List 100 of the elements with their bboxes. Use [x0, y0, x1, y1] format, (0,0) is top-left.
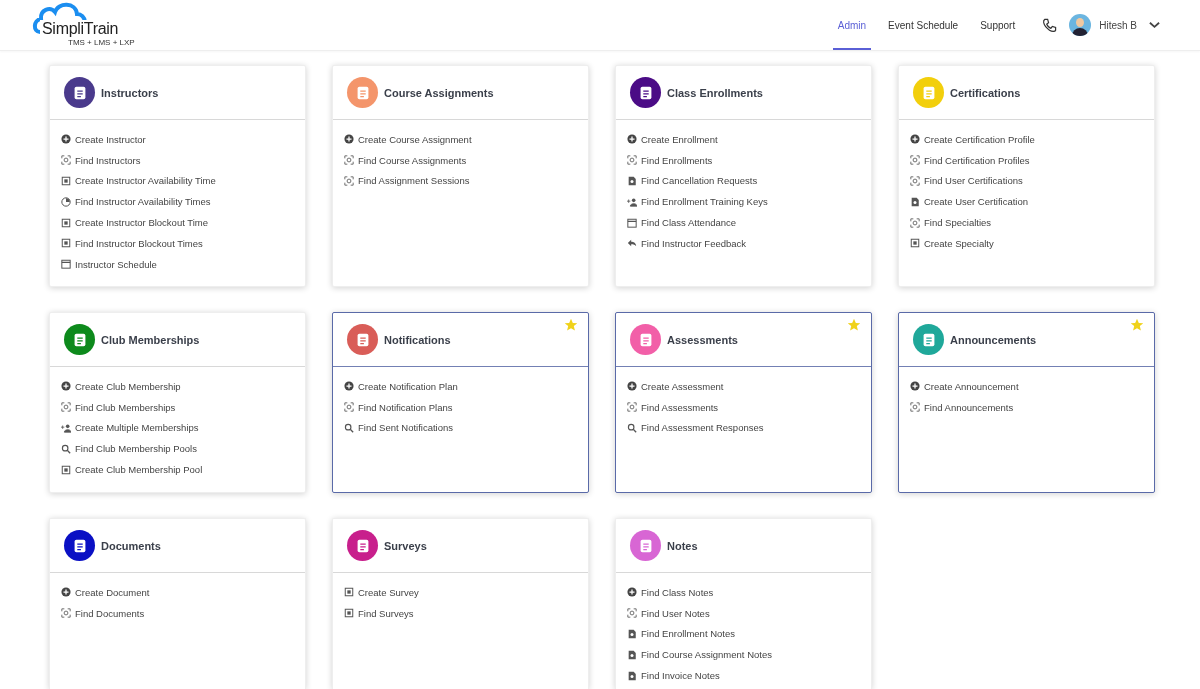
logo-name: SimpliTrain: [40, 20, 121, 37]
card-title: Club Memberships: [101, 333, 200, 346]
menu-link[interactable]: Create Enrollment: [641, 133, 718, 145]
card-title: Instructors: [101, 86, 159, 99]
menu-link[interactable]: Find Course Assignments: [358, 154, 467, 166]
document-icon: [910, 196, 920, 207]
nav-tab[interactable]: Admin: [832, 0, 872, 50]
plus-circle-icon: [61, 587, 71, 598]
menu-link[interactable]: Create Instructor: [75, 133, 146, 145]
plus-circle-icon: [627, 134, 637, 145]
chevron-down-icon[interactable]: [1149, 21, 1160, 29]
card-title: Notifications: [384, 333, 451, 346]
menu-link[interactable]: Find Specialties: [924, 217, 992, 229]
scan-icon: [627, 155, 637, 166]
square-icon: [61, 217, 71, 228]
scan-icon: [627, 402, 637, 413]
nav-tab[interactable]: Support: [975, 0, 1021, 50]
menu-link[interactable]: Create Certification Profile: [924, 133, 1035, 145]
menu-link[interactable]: Create Club Membership: [75, 380, 181, 392]
plus-circle-icon: [910, 381, 920, 392]
avatar[interactable]: [1069, 14, 1092, 36]
menu-link[interactable]: Find Enrollments: [641, 154, 713, 166]
star-icon[interactable]: [564, 318, 578, 332]
reply-icon: [627, 238, 637, 249]
menu-link[interactable]: Find User Certifications: [924, 175, 1023, 187]
menu-link[interactable]: Find Documents: [75, 607, 145, 619]
calendar-icon: [627, 217, 637, 228]
menu-link[interactable]: Create Notification Plan: [358, 380, 458, 392]
menu-link[interactable]: Find Instructors: [75, 154, 141, 166]
document-icon: [627, 649, 637, 660]
menu-link[interactable]: Create Document: [75, 586, 150, 598]
menu-link[interactable]: Create Club Membership Pool: [75, 464, 203, 476]
card-title: Certifications: [950, 86, 1021, 99]
menu-link[interactable]: Create Instructor Availability Time: [75, 175, 216, 187]
menu-link[interactable]: Create User Certification: [924, 196, 1028, 208]
plus-circle-icon: [61, 134, 71, 145]
plus-circle-icon: [344, 381, 354, 392]
logo-tagline: TMS + LMS + LXP: [68, 38, 135, 47]
star-icon[interactable]: [847, 318, 861, 332]
menu-link[interactable]: Find Enrollment Training Keys: [641, 196, 768, 208]
menu-link[interactable]: Find Assessments: [641, 401, 719, 413]
scan-icon: [61, 402, 71, 413]
menu-link[interactable]: Find Club Memberships: [75, 401, 176, 413]
menu-link[interactable]: Find Assessment Responses: [641, 422, 764, 434]
card-title: Announcements: [950, 333, 1037, 346]
menu-link[interactable]: Find Instructor Feedback: [641, 237, 747, 249]
menu-link[interactable]: Find Sent Notifications: [358, 422, 454, 434]
plus-circle-icon: [61, 381, 71, 392]
scan-icon: [910, 155, 920, 166]
menu-link[interactable]: Find Instructor Availability Times: [75, 196, 211, 208]
card-title: Documents: [101, 539, 161, 552]
card-title: Assessments: [667, 333, 738, 346]
menu-link[interactable]: Find Invoice Notes: [641, 670, 720, 682]
menu-link[interactable]: Find User Notes: [641, 607, 710, 619]
scan-icon: [344, 402, 354, 413]
search-icon: [627, 423, 637, 433]
menu-link[interactable]: Find Class Attendance: [641, 217, 737, 229]
menu-link[interactable]: Find Class Notes: [641, 586, 714, 598]
star-icon[interactable]: [1130, 318, 1144, 332]
search-icon: [344, 423, 354, 433]
document-icon: [627, 670, 637, 681]
nav-tab[interactable]: Event Schedule: [883, 0, 964, 50]
menu-link[interactable]: Find Cancellation Requests: [641, 175, 758, 187]
card-title: Class Enrollments: [667, 86, 763, 99]
menu-link[interactable]: Create Assessment: [641, 380, 724, 392]
menu-link[interactable]: Find Club Membership Pools: [75, 443, 197, 455]
menu-link[interactable]: Find Certification Profiles: [924, 154, 1030, 166]
plus-circle-icon: [627, 587, 637, 598]
menu-link[interactable]: Create Specialty: [924, 237, 994, 249]
menu-link[interactable]: Find Assignment Sessions: [358, 175, 470, 187]
logo[interactable]: SimpliTrain TMS + LMS + LXP: [30, 0, 134, 50]
menu-link[interactable]: Find Enrollment Notes: [641, 628, 735, 640]
square-icon: [61, 464, 71, 475]
search-icon: [61, 443, 71, 454]
scan-icon: [61, 608, 71, 619]
square-icon: [910, 238, 920, 249]
menu-link[interactable]: Find Course Assignment Notes: [641, 649, 772, 661]
plus-circle-icon: [910, 134, 920, 145]
plus-circle-icon: [344, 134, 354, 145]
menu-link[interactable]: Find Announcements: [924, 401, 1014, 413]
menu-link[interactable]: Create Course Assignment: [358, 133, 472, 145]
menu-link[interactable]: Create Announcement: [924, 380, 1019, 392]
square-icon: [344, 587, 354, 598]
user-name[interactable]: Hitesh B: [1099, 19, 1137, 31]
card-title: Notes: [667, 539, 698, 552]
menu-link[interactable]: Find Surveys: [358, 607, 414, 619]
card-title: Surveys: [384, 539, 427, 552]
square-icon: [344, 608, 354, 619]
scan-icon: [344, 155, 354, 166]
phone-icon[interactable]: [1042, 17, 1058, 33]
menu-link[interactable]: Find Notification Plans: [358, 401, 453, 413]
scan-icon: [910, 176, 920, 186]
calendar-icon: [61, 259, 71, 270]
menu-link[interactable]: Create Survey: [358, 586, 419, 598]
document-icon: [627, 176, 637, 186]
menu-link[interactable]: Create Instructor Blockout Time: [75, 217, 209, 229]
square-icon: [61, 238, 71, 249]
menu-link[interactable]: Create Multiple Memberships: [75, 422, 199, 434]
menu-link[interactable]: Find Instructor Blockout Times: [75, 237, 203, 249]
menu-link[interactable]: Instructor Schedule: [75, 258, 157, 270]
